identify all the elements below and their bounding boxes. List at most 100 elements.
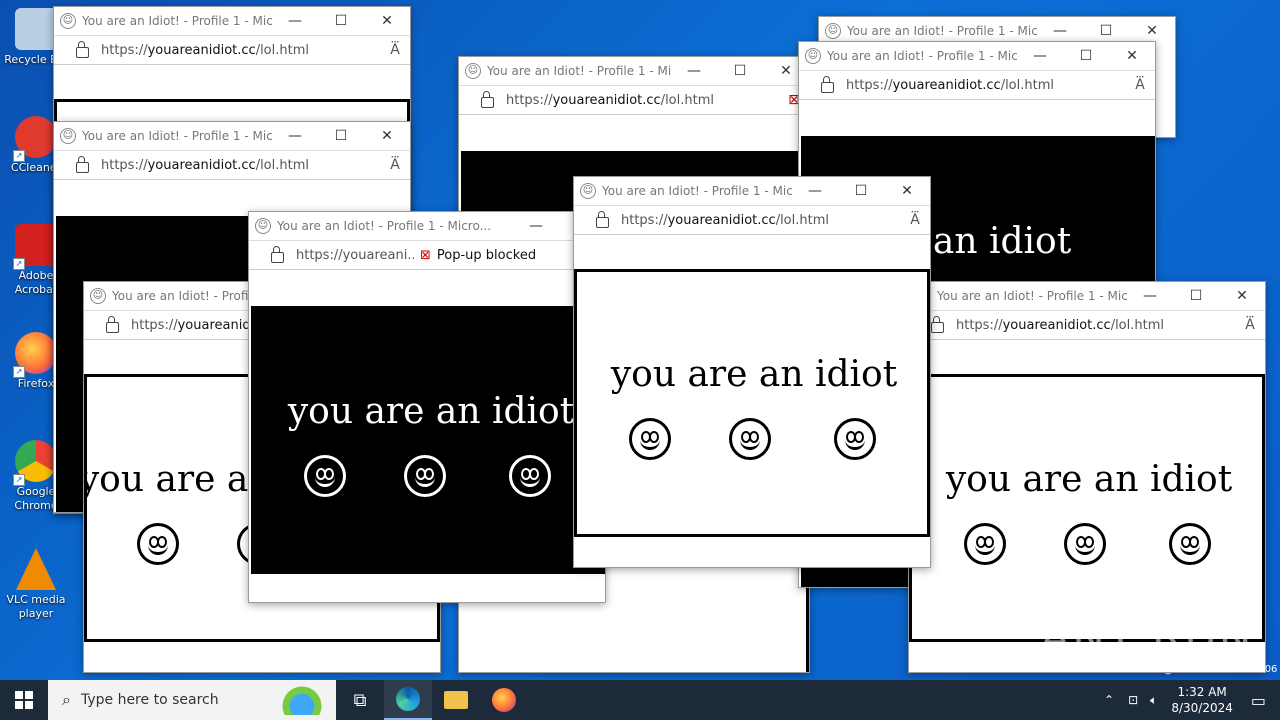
address-bar[interactable]: https://youareani... ⊠ Pop-up blocked <box>249 240 605 270</box>
maximize-button[interactable]: ☐ <box>318 128 364 144</box>
close-button[interactable]: ✕ <box>1219 288 1265 304</box>
close-button[interactable]: ✕ <box>364 128 410 144</box>
url-text[interactable]: https://youareanidiot.cc/lol.html <box>506 93 779 108</box>
address-bar[interactable]: https://youareanidiot.cc/lol.html A⃛ <box>54 150 410 180</box>
smiley-face-icon <box>1064 523 1106 565</box>
read-aloud-icon[interactable]: A⃛ <box>380 42 410 58</box>
clock[interactable]: 1:32 AM 8/30/2024 <box>1171 684 1233 716</box>
idiot-phrase: you are an idiot <box>610 354 898 395</box>
minimize-button[interactable]: — <box>1127 288 1173 304</box>
chevron-up-icon[interactable]: ⌃ <box>1104 693 1114 707</box>
minimize-button[interactable]: — <box>792 183 838 199</box>
idiot-phrase: you are an idiot <box>287 391 575 432</box>
smiley-face-icon <box>137 523 179 565</box>
firefox-icon <box>492 688 516 712</box>
maximize-button[interactable]: ☐ <box>838 183 884 199</box>
url-text[interactable]: https://youareanidiot.cc/lol.html <box>101 158 380 173</box>
read-aloud-icon[interactable]: A⃛ <box>900 212 930 228</box>
vlc-icon <box>16 548 56 590</box>
address-bar[interactable]: https://youareanidiot.cc/lol.html A⃛ <box>909 310 1265 340</box>
window-title: You are an Idiot! - Profile 1 - Micro... <box>847 24 1037 38</box>
build-text: Build 19041.vb_release.191206-1406 <box>1090 664 1278 675</box>
taskbar-search-box[interactable]: ⌕ Type here to search <box>48 680 336 720</box>
title-bar[interactable]: ☺ You are an Idiot! - Profile 1 - Micro.… <box>799 42 1155 70</box>
smiley-favicon-icon: ☺ <box>90 288 106 304</box>
adobe-acrobat-icon: ↗ <box>13 224 57 270</box>
page-content: you are an idiot <box>574 235 930 567</box>
lock-icon <box>931 315 944 333</box>
window-title: You are an Idiot! - Profile 1 - Micro... <box>82 14 272 28</box>
address-bar[interactable]: https://youareanidiot.cc/lol.html A⃛ <box>574 205 930 235</box>
lock-icon <box>271 245 284 263</box>
window-title: You are an Idiot! - Profile 1 - Micro... <box>602 184 792 198</box>
clock-date: 8/30/2024 <box>1171 701 1233 715</box>
minimize-button[interactable]: — <box>272 13 318 29</box>
url-text[interactable]: https://youareanidiot.cc/lol.html <box>101 43 380 58</box>
maximize-button[interactable]: ☐ <box>1063 48 1109 64</box>
address-bar[interactable]: https://youareanidiot.cc/lol.html A⃛ <box>799 70 1155 100</box>
address-bar[interactable]: https://youareanidiot.cc/lol.html A⃛ <box>54 35 410 65</box>
maximize-button[interactable]: ☐ <box>318 13 364 29</box>
smiley-face-icon <box>964 523 1006 565</box>
url-text[interactable]: https://youareani... <box>296 248 414 263</box>
title-bar[interactable]: ☺ You are an Idiot! - Profile 1 - Micro.… <box>459 57 809 85</box>
desktop-icon-label: Firefox <box>17 377 55 390</box>
url-text[interactable]: https://youareanidiot.cc/lol.html <box>846 78 1125 93</box>
lock-icon <box>106 315 119 333</box>
browser-window[interactable]: ☺ You are an Idiot! - Profile 1 - Micro.… <box>248 211 606 603</box>
clock-time: 1:32 AM <box>1177 685 1227 699</box>
anyrun-watermark: ANY RUN <box>1040 612 1254 663</box>
close-button[interactable]: ✕ <box>364 13 410 29</box>
maximize-button[interactable]: ☐ <box>1173 288 1219 304</box>
search-icon: ⌕ <box>62 690 71 709</box>
firefox-taskbar-button[interactable] <box>480 680 528 720</box>
window-title: You are an Idiot! - Profile 1 - Micro... <box>827 49 1017 63</box>
address-bar[interactable]: https://youareanidiot.cc/lol.html ⊠ <box>459 85 809 115</box>
url-text[interactable]: https://youareanidiot.cc/lol.html <box>956 318 1235 333</box>
window-title: You are an Idiot! - Profile 1 - Micro... <box>487 64 671 78</box>
start-button[interactable] <box>0 680 48 720</box>
taskbar: ⌕ Type here to search ⧉ ⌃ ⊡ 🔈︎ 1:32 AM 8… <box>0 680 1280 720</box>
volume-icon[interactable]: 🔈︎ <box>1150 693 1157 708</box>
chrome-icon: ↗ <box>13 440 57 486</box>
smiley-favicon-icon: ☺ <box>60 128 76 144</box>
lock-icon <box>481 90 494 108</box>
close-button[interactable]: ✕ <box>884 183 930 199</box>
title-bar[interactable]: ☺ You are an Idiot! - Profile 1 - Micro.… <box>249 212 605 240</box>
maximize-button[interactable]: ☐ <box>1083 23 1129 39</box>
desktop-icon-label: VLC media player <box>6 593 66 620</box>
page-content: you are an idiot <box>249 270 605 602</box>
recycle-bin-icon <box>15 8 57 50</box>
notification-icon[interactable]: ▭ <box>1251 691 1266 710</box>
close-button[interactable]: ✕ <box>1109 48 1155 64</box>
minimize-button[interactable]: — <box>272 128 318 144</box>
desktop-icon-vlc[interactable]: VLC media player <box>0 548 72 621</box>
smiley-favicon-icon: ☺ <box>465 63 481 79</box>
browser-window[interactable]: ☺ You are an Idiot! - Profile 1 - Micro.… <box>573 176 931 568</box>
minimize-button[interactable]: — <box>513 218 559 234</box>
read-aloud-icon[interactable]: A⃛ <box>1235 317 1265 333</box>
url-text[interactable]: https://youareanidiot.cc/lol.html <box>621 213 900 228</box>
minimize-button[interactable]: — <box>671 63 717 79</box>
idiot-box: you are an idiot <box>574 269 930 537</box>
close-button[interactable]: ✕ <box>1129 23 1175 39</box>
window-title: You are an Idiot! - Profile 1 - Micro... <box>277 219 492 233</box>
minimize-button[interactable]: — <box>1037 23 1083 39</box>
minimize-button[interactable]: — <box>1017 48 1063 64</box>
smiley-favicon-icon: ☺ <box>825 23 841 39</box>
popup-blocked-label[interactable]: Pop-up blocked <box>437 248 536 263</box>
edge-taskbar-button[interactable] <box>384 680 432 720</box>
network-icon[interactable]: ⊡ <box>1128 693 1138 707</box>
title-bar[interactable]: ☺ You are an Idiot! - Profile 1 - Micro.… <box>54 122 410 150</box>
title-bar[interactable]: ☺ You are an Idiot! - Profile 1 - Micro.… <box>54 7 410 35</box>
read-aloud-icon[interactable]: A⃛ <box>380 157 410 173</box>
lock-icon <box>76 40 89 58</box>
file-explorer-button[interactable] <box>432 680 480 720</box>
title-bar[interactable]: ☺ You are an Idiot! - Profile 1 - Micro.… <box>909 282 1265 310</box>
task-view-button[interactable]: ⧉ <box>336 680 384 720</box>
maximize-button[interactable]: ☐ <box>717 63 763 79</box>
read-aloud-icon[interactable]: A⃛ <box>1125 77 1155 93</box>
smiley-face-icon <box>834 418 876 460</box>
edge-icon <box>396 687 420 711</box>
title-bar[interactable]: ☺ You are an Idiot! - Profile 1 - Micro.… <box>574 177 930 205</box>
